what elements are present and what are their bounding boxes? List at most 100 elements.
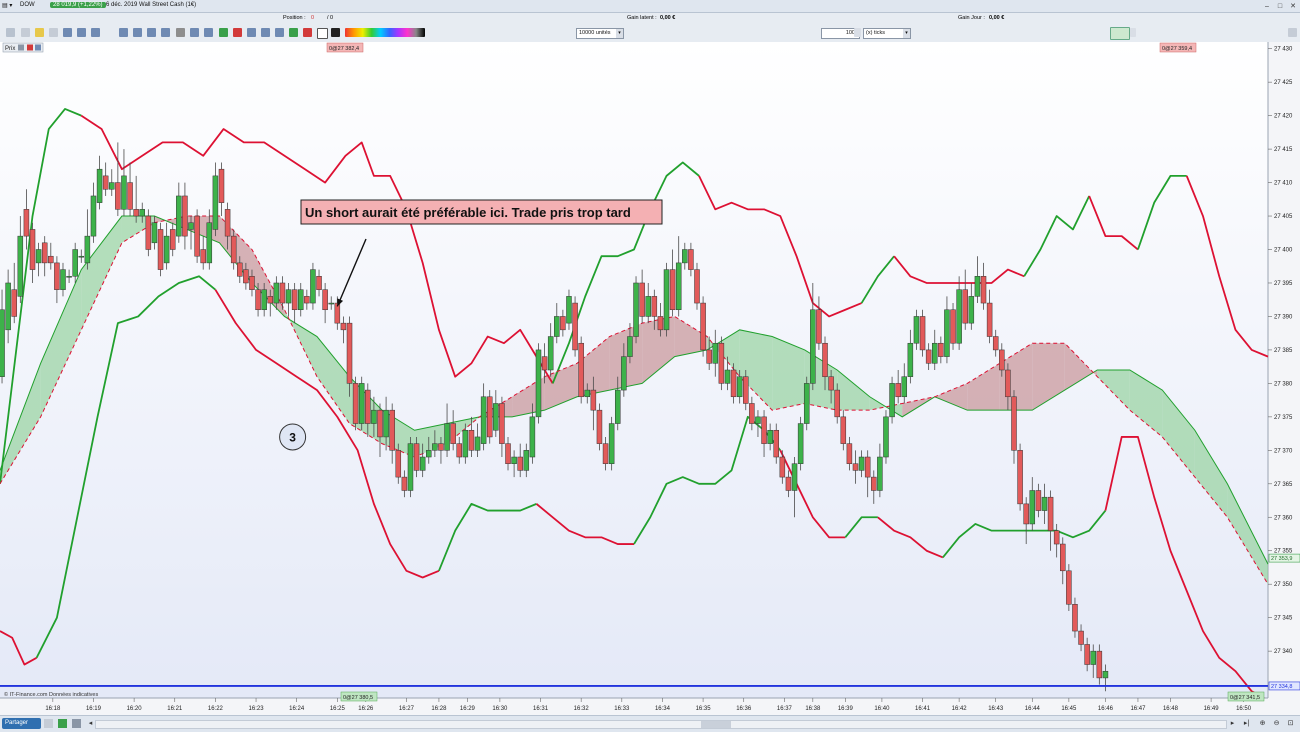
sell-arrow-icon[interactable] (233, 28, 242, 37)
y-tick-label: 27 345 (1274, 616, 1293, 622)
zoom-out-icon[interactable]: ⊖ (1272, 719, 1281, 728)
candle-body (230, 235, 237, 264)
candle-body (889, 383, 895, 418)
color-palette[interactable] (345, 28, 425, 37)
panel-label: Prix (5, 46, 15, 52)
x-tick-label: 16:28 (431, 706, 447, 712)
eraser-tool-icon[interactable] (49, 28, 58, 37)
measure-tool-icon[interactable] (204, 28, 213, 37)
x-tick-label: 16:30 (492, 706, 508, 712)
x-tick-label: 16:38 (805, 706, 821, 712)
candle-body (651, 296, 658, 317)
window-title-bar: ▤ ▾ DOW 28 019,9 (+1,22%) 6 déc. 2019 Wa… (0, 0, 1300, 13)
arrow-tool-icon[interactable] (331, 28, 340, 37)
candle-body (157, 229, 164, 270)
cursor-tool-icon[interactable] (6, 28, 15, 37)
chart-type-icon[interactable] (1110, 27, 1130, 40)
maximize-icon[interactable]: □ (1275, 2, 1285, 11)
scrollbar-thumb[interactable] (701, 721, 731, 728)
candle-body (1011, 396, 1017, 451)
close-icon[interactable]: ✕ (1288, 2, 1298, 11)
ticks-select[interactable]: (x) ticks ▾ (863, 28, 911, 39)
zoom-tool-icon[interactable] (21, 28, 30, 37)
rectangle-tool-icon[interactable] (247, 28, 256, 37)
ticks-dropdown-icon[interactable]: ▾ (903, 29, 910, 38)
ellipse-tool-icon[interactable] (261, 28, 270, 37)
zoom-reset-icon[interactable]: ⊡ (1286, 719, 1295, 728)
fibonacci-tool-icon[interactable] (133, 28, 142, 37)
ray-tool-icon[interactable] (77, 28, 86, 37)
y-tick-label: 27 380 (1274, 381, 1293, 387)
candle-body (462, 429, 469, 458)
highlight-tool-icon[interactable] (35, 28, 44, 37)
triangle-tool-icon[interactable] (275, 28, 284, 37)
y-tick-label: 27 425 (1274, 80, 1293, 86)
quantity-stepper[interactable] (854, 28, 861, 37)
partager-button[interactable]: Partager (2, 718, 41, 729)
buy-arrow-icon[interactable] (219, 28, 228, 37)
candle-body (877, 456, 883, 491)
gain-jour-label: Gain Jour : (958, 15, 985, 21)
candle-body (803, 383, 810, 424)
scroll-end-icon[interactable]: ▸| (1242, 719, 1251, 728)
candle-body (736, 376, 743, 398)
window-menu-icon[interactable]: ▤ ▾ (2, 2, 12, 9)
y-tick-label: 27 390 (1274, 314, 1293, 320)
candle-body (200, 249, 206, 264)
candle-body (554, 316, 560, 337)
x-tick-label: 16:37 (777, 706, 793, 712)
candle-body (304, 296, 310, 304)
pitchfork-tool-icon[interactable] (289, 28, 298, 37)
candle-body (511, 456, 517, 464)
trendline-tool-icon[interactable] (63, 28, 72, 37)
candle-body (1053, 530, 1060, 545)
scroll-left-icon[interactable]: ◂ (86, 719, 95, 728)
candle-body (938, 342, 944, 357)
gann-tool-icon[interactable] (161, 28, 170, 37)
grid-icon[interactable] (44, 719, 53, 728)
units-dropdown-icon[interactable]: ▾ (616, 29, 623, 38)
candle-body (633, 282, 639, 337)
y-tick-label: 27 420 (1274, 114, 1293, 120)
candle-body (523, 450, 530, 471)
brush-tool-icon[interactable] (176, 28, 185, 37)
candle-body (999, 349, 1005, 371)
candle-body (41, 242, 48, 264)
candle-body (541, 356, 548, 371)
candle-body (279, 282, 286, 304)
candle-body (176, 195, 182, 237)
pin-icon[interactable] (1288, 28, 1297, 37)
text-tool-icon[interactable] (317, 28, 328, 39)
candle-body (352, 383, 359, 424)
candle-body (413, 443, 420, 471)
chart-type-dropdown-icon[interactable] (1130, 28, 1136, 37)
candle-body (456, 443, 462, 458)
candle-body (797, 423, 804, 464)
candle-body (365, 389, 371, 424)
cross-tool-icon[interactable] (190, 28, 199, 37)
x-tick-label: 16:32 (574, 706, 590, 712)
horizontal-scrollbar[interactable] (95, 720, 1227, 729)
panel-add-icon[interactable] (35, 44, 41, 51)
panel-close-icon[interactable] (27, 44, 33, 51)
candle-body (389, 409, 395, 451)
scroll-right-icon[interactable]: ▸ (1228, 719, 1237, 728)
layers-icon[interactable] (72, 719, 81, 728)
candle-body (322, 289, 328, 311)
ruler-tool-icon[interactable] (303, 28, 312, 37)
fan-tool-icon[interactable] (147, 28, 156, 37)
candle-body (913, 316, 920, 344)
candle-body (767, 429, 773, 444)
candle-body (974, 276, 981, 297)
x-tick-label: 16:33 (614, 706, 630, 712)
units-select[interactable]: 10000 unités ▾ (576, 28, 624, 39)
price-chart-panel[interactable]: 27 340 27 345 27 350 27 355 27 360 27 365 27 3… (0, 42, 1300, 715)
candle-body (169, 229, 176, 250)
minimize-icon[interactable]: – (1262, 2, 1272, 11)
zoom-in-icon[interactable]: ⊕ (1258, 719, 1267, 728)
horizontal-line-tool-icon[interactable] (91, 28, 100, 37)
channel-tool-icon[interactable] (119, 28, 128, 37)
indicator-icon[interactable] (58, 719, 67, 728)
price-chart[interactable]: 27 34027 34527 35027 35527 36027 36527 3… (0, 42, 1300, 715)
panel-settings-icon[interactable] (18, 44, 24, 51)
